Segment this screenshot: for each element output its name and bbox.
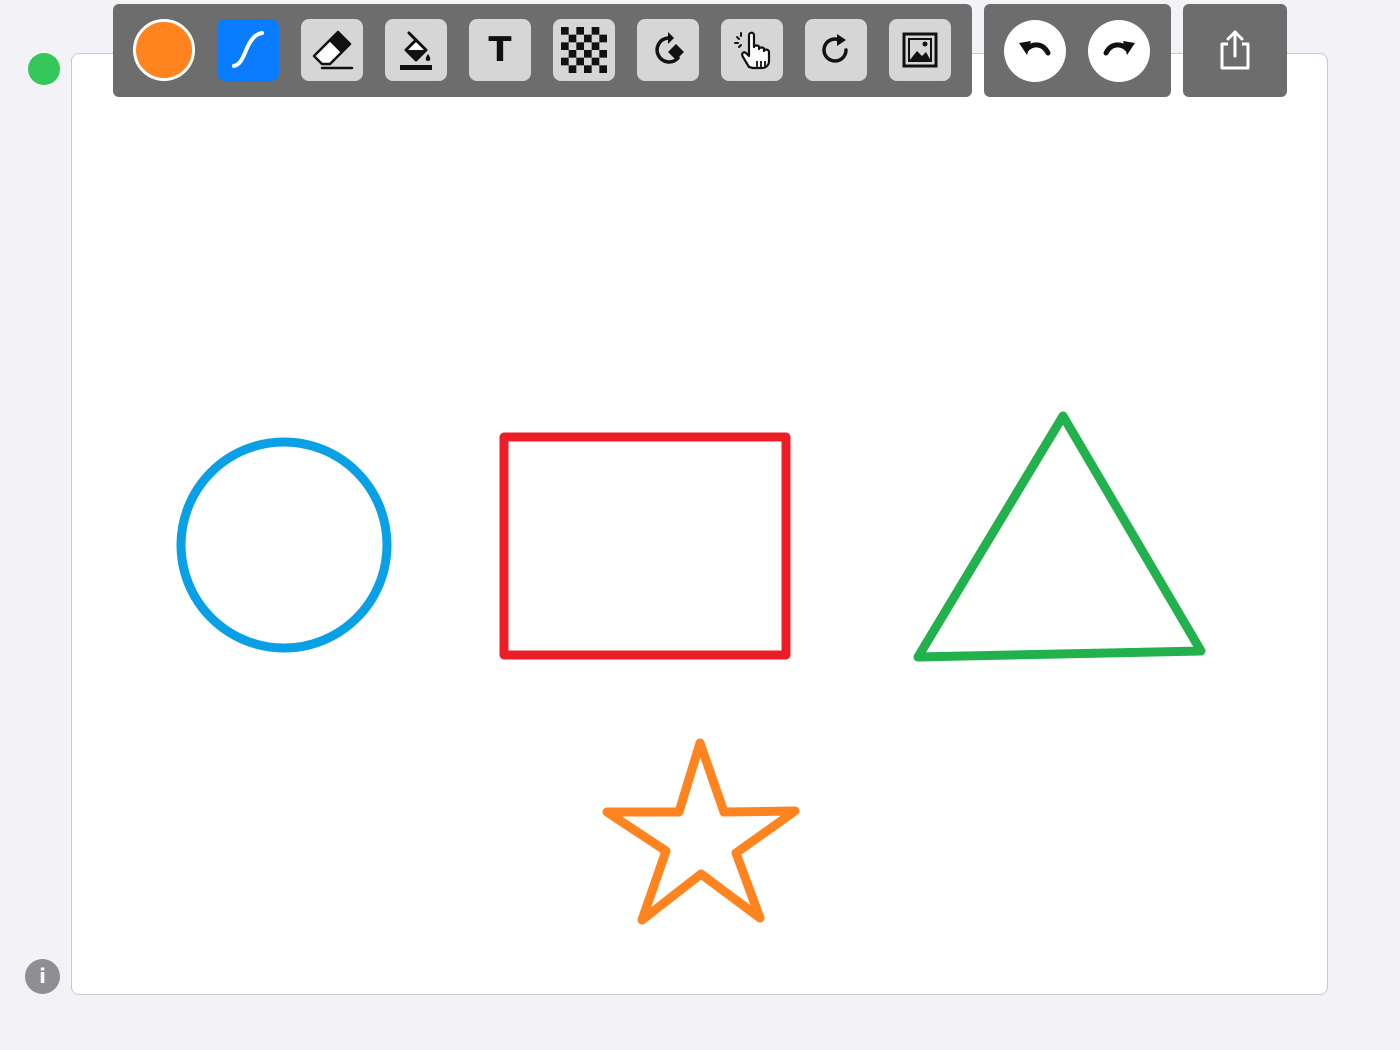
status-indicator xyxy=(28,53,60,85)
share-icon xyxy=(1220,30,1250,70)
history-toolbar xyxy=(984,4,1171,97)
checkerboard-icon xyxy=(561,27,607,73)
text-icon: T xyxy=(488,30,512,70)
eraser-icon xyxy=(312,30,354,70)
color-picker-button[interactable] xyxy=(133,19,195,81)
undo-button[interactable] xyxy=(1004,20,1066,82)
drawn-star[interactable] xyxy=(602,738,800,925)
rotate-shape-tool-button[interactable] xyxy=(637,19,699,81)
refresh-icon xyxy=(822,34,848,63)
app-screen: T i xyxy=(0,0,1400,1050)
drawing-canvas[interactable] xyxy=(71,53,1328,995)
image-tool-button[interactable] xyxy=(889,19,951,81)
drawn-triangle[interactable] xyxy=(913,411,1206,662)
text-tool-button[interactable]: T xyxy=(469,19,531,81)
eraser-tool-button[interactable] xyxy=(301,19,363,81)
hand-gesture-icon xyxy=(734,31,771,70)
gesture-tool-button[interactable] xyxy=(721,19,783,81)
refresh-tool-button[interactable] xyxy=(805,19,867,81)
redo-icon xyxy=(1103,41,1135,56)
tools-toolbar: T xyxy=(113,4,972,97)
paint-bucket-icon xyxy=(400,31,432,70)
info-button[interactable]: i xyxy=(25,959,60,994)
pen-stroke-icon xyxy=(232,31,264,68)
redo-button[interactable] xyxy=(1088,20,1150,82)
rotate-shape-icon xyxy=(655,32,684,64)
fill-tool-button[interactable] xyxy=(385,19,447,81)
drawing-layer xyxy=(176,411,1206,925)
share-button[interactable] xyxy=(1204,19,1266,81)
drawn-circle[interactable] xyxy=(176,437,392,653)
pen-tool-button[interactable] xyxy=(217,19,279,81)
image-icon xyxy=(902,32,938,68)
share-toolbar xyxy=(1183,4,1287,97)
drawn-rectangle[interactable] xyxy=(499,432,791,660)
undo-icon xyxy=(1019,41,1051,56)
background-tool-button[interactable] xyxy=(553,19,615,81)
